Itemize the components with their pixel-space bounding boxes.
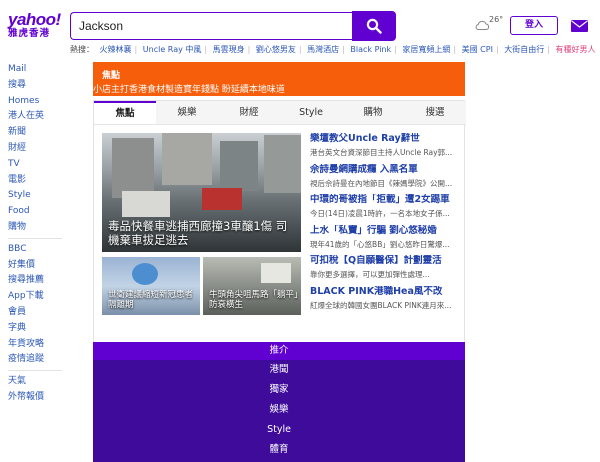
trending-bar: 熱搜： 火辣林襄 | Uncle Ray 中風 | 馬雲現身 | 劉心悠男友 | 馬灣酒… xyxy=(70,45,596,54)
story-list: 樂壇教父Uncle Ray辭世 港台英文台資深節目主持人Uncle Ray郭..… xyxy=(310,133,460,316)
thumb-story[interactable]: 世衛建議縮短新冠患者隔離期 xyxy=(102,257,200,315)
story-title: 中環的哥被指「拒載」遭2女踢車 xyxy=(310,194,450,205)
sidebar-item-weather[interactable]: 天氣 xyxy=(0,374,70,390)
menu-header[interactable]: 推介 xyxy=(93,342,465,360)
sidebar-item-dictionary[interactable]: 字典 xyxy=(0,321,70,337)
sidebar-item-food[interactable]: Food xyxy=(0,204,70,220)
trending-item[interactable]: 馬灣酒店 xyxy=(307,45,339,54)
trending-item[interactable]: Uncle Ray 中風 xyxy=(143,45,202,54)
sidebar-item-movies[interactable]: 電影 xyxy=(0,173,70,189)
menu-item-local-news[interactable]: 港聞 xyxy=(93,360,465,380)
sidebar-item-currency[interactable]: 外幣報價 xyxy=(0,390,70,406)
story-summary: 紅爆全球的韓國女團BLACK PINK連月來... xyxy=(310,300,452,310)
hero-vehicle-shape xyxy=(122,191,170,217)
sidebar-item-covid-tracker[interactable]: 疫情追蹤 xyxy=(0,352,70,368)
trending-item[interactable]: 大街自由行 xyxy=(504,45,544,54)
tab-style[interactable]: Style xyxy=(280,101,342,124)
sidebar-nav: Mail 搜尋 Homes 港人在英 新聞 財經 TV 電影 Style Foo… xyxy=(0,62,70,450)
hero-story[interactable]: 毒品快餐車逃捕西廊撞3車釀1傷 司機棄車拔足逃去 xyxy=(102,133,301,252)
tab-focus[interactable]: 焦點 xyxy=(94,101,156,124)
hero-building-shape xyxy=(162,133,212,185)
trending-item[interactable]: 劉心悠男友 xyxy=(256,45,296,54)
yahoo-logo[interactable]: yahoo! 雅虎香港 xyxy=(8,10,64,39)
hero-caption: 毒品快餐車逃捕西廊撞3車釀1傷 司機棄車拔足逃去 xyxy=(108,219,288,247)
story-title: 上水「私竇」行騙 劉心悠秘婚 xyxy=(310,224,437,236)
banner-label: 焦點 xyxy=(102,71,121,81)
sidebar-item-shopping[interactable]: 購物 xyxy=(0,220,70,236)
story-summary: 靠你更多選擇，可以更加彈性處理... xyxy=(310,270,430,279)
list-item[interactable]: BLACK PINK港職Hea風不改 紅爆全球的韓國女團BLACK PINK連月… xyxy=(310,286,460,317)
who-logo-shape xyxy=(132,263,158,285)
trending-item[interactable]: 美國 CPI xyxy=(462,45,493,54)
menu-item-exclusive[interactable]: 獨家 xyxy=(93,380,465,400)
sidebar-item-tv[interactable]: TV xyxy=(0,157,70,173)
trending-item[interactable]: 火辣林襄 xyxy=(100,45,132,54)
news-tabs: 焦點 娛樂 財經 Style 購物 搜選 xyxy=(94,101,466,125)
search-input[interactable] xyxy=(70,12,353,40)
sidebar-item-homes[interactable]: Homes xyxy=(0,94,70,110)
menu-item-sports[interactable]: 體育 xyxy=(93,440,465,460)
hero-building-shape xyxy=(220,141,258,191)
sidebar-divider xyxy=(8,237,62,240)
recommend-menu: 推介 港聞 獨家 娛樂 Style 體育 xyxy=(93,342,465,462)
weather-widget[interactable]: 26° xyxy=(474,15,504,36)
story-summary: 現年41歲的「心悠BB」劉心悠昨日驚爆... xyxy=(310,239,450,249)
list-item[interactable]: 樂壇教父Uncle Ray辭世 港台英文台資深節目主持人Uncle Ray郭..… xyxy=(310,133,460,164)
thumb-caption: 世衛建議縮短新冠患者隔離期 xyxy=(108,290,194,310)
sidebar-item-member[interactable]: 會員 xyxy=(0,305,70,321)
sidebar-divider xyxy=(8,370,62,372)
trending-item[interactable]: 馬雲現身 xyxy=(213,45,245,54)
search-icon xyxy=(366,18,382,34)
story-title: 可扣稅【Q自願醫保】計劃靈活 xyxy=(310,255,442,266)
list-item[interactable]: 可扣稅【Q自願醫保】計劃靈活 靠你更多選擇，可以更加彈性處理... xyxy=(310,255,460,286)
thumb-caption: 牛頭角尖咀馬路「躺平」防衰橫生 xyxy=(209,290,299,310)
hero-building-shape xyxy=(264,135,301,193)
thumb-story[interactable]: 牛頭角尖咀馬路「躺平」防衰橫生 xyxy=(203,257,301,315)
story-title: 樂壇教父Uncle Ray辭世 xyxy=(310,133,420,144)
story-summary: 港台英文台資深節目主持人Uncle Ray郭... xyxy=(310,148,453,157)
mail-icon[interactable] xyxy=(571,20,588,32)
cloud-icon xyxy=(475,20,490,30)
sidebar-item-cny-guide[interactable]: 年貨攻略 xyxy=(0,337,70,353)
tab-finance[interactable]: 財經 xyxy=(218,101,280,124)
trending-item[interactable]: 家居寬頻上網 xyxy=(402,45,450,54)
story-summary: 視后佘詩曼在內地節目《辣媽學院》公開... xyxy=(310,178,453,188)
logo-sub-text: 雅虎香港 xyxy=(8,28,51,39)
sidebar-item-hk-in-uk[interactable]: 港人在英 xyxy=(0,109,70,125)
menu-item-entertainment[interactable]: 娛樂 xyxy=(93,400,465,420)
main-content: 焦點 小店主打香港食材製造寶年錢點 盼延續本地味道 焦點 娛樂 財經 Style… xyxy=(93,62,466,462)
list-item[interactable]: 中環的哥被指「拒載」遭2女踢車 今日(14日)凌晨1時許，一名本地女子係... xyxy=(310,194,460,225)
sidebar-item-search[interactable]: 搜尋 xyxy=(0,78,70,94)
sidebar-item-bbc[interactable]: BBC xyxy=(0,242,70,258)
tab-shopping[interactable]: 購物 xyxy=(342,101,404,124)
banner-text: 小店主打香港食材製造寶年錢點 盼延續本地味道 xyxy=(93,85,285,95)
trending-item[interactable]: 有種好男人 xyxy=(555,45,595,54)
story-summary: 今日(14日)凌晨1時許，一名本地女子係... xyxy=(310,209,450,218)
sidebar-item-news[interactable]: 新聞 xyxy=(0,125,70,141)
login-button[interactable]: 登入 xyxy=(510,16,558,35)
menu-item-style[interactable]: Style xyxy=(93,420,465,440)
hero-vehicle-shape xyxy=(202,188,242,210)
sidebar-item-mail[interactable]: Mail xyxy=(0,62,70,78)
hero-building-shape xyxy=(112,138,154,198)
sidebar-item-style[interactable]: Style xyxy=(0,188,70,204)
sidebar-item-deals[interactable]: 好集價 xyxy=(0,258,70,274)
search-button[interactable] xyxy=(352,11,396,41)
temperature: 26° xyxy=(489,15,504,24)
sidebar-item-search-recommend[interactable]: 搜尋推薦 xyxy=(0,273,70,289)
trending-label: 熱搜： xyxy=(70,45,94,54)
list-item[interactable]: 上水「私竇」行騙 劉心悠秘婚 現年41歲的「心悠BB」劉心悠昨日驚爆... xyxy=(310,225,460,256)
list-item[interactable]: 佘詩曼網購成癮 入黑名單 視后佘詩曼在內地節目《辣媽學院》公開... xyxy=(310,164,460,195)
thumb-vehicle-shape xyxy=(261,263,291,283)
breaking-banner[interactable]: 焦點 小店主打香港食材製造寶年錢點 盼延續本地味道 xyxy=(93,62,465,96)
logo-main-text: yahoo! xyxy=(8,10,61,29)
trending-item[interactable]: Black Pink xyxy=(350,45,391,54)
tab-entertainment[interactable]: 娛樂 xyxy=(156,101,218,124)
header: yahoo! 雅虎香港 26° 登入 熱搜： 火辣林襄| Uncle Ray 中… xyxy=(0,0,600,62)
story-title: BLACK PINK港職Hea風不改 xyxy=(310,285,443,297)
story-title: 佘詩曼網購成癮 入黑名單 xyxy=(310,163,418,175)
sidebar-item-finance[interactable]: 財經 xyxy=(0,141,70,157)
sidebar-item-app-download[interactable]: App下載 xyxy=(0,289,70,305)
tab-search-picks[interactable]: 搜選 xyxy=(404,101,466,124)
